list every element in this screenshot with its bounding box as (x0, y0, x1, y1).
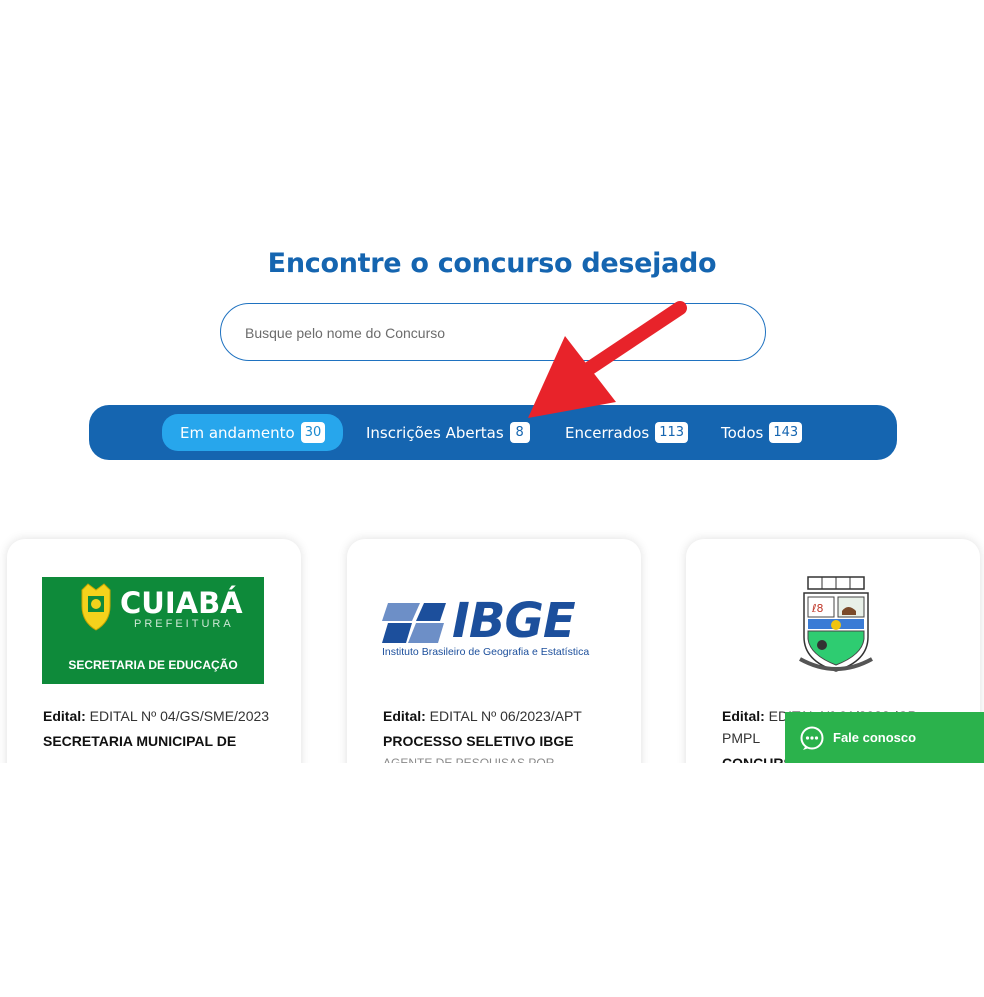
cuiaba-logo-department: SECRETARIA DE EDUCAÇÃO (68, 658, 238, 672)
edital-label: Edital: (43, 708, 86, 724)
cuiaba-logo-subtitle: PREFEITURA (134, 618, 234, 630)
tab-count-badge: 8 (509, 422, 530, 443)
edital-label: Edital: (722, 708, 765, 724)
ibge-emblem-icon (382, 603, 446, 643)
edital-label: Edital: (383, 708, 426, 724)
tab-count-badge: 113 (655, 422, 689, 443)
tab-todos[interactable]: Todos 143 (721, 414, 803, 451)
tab-label: Todos (721, 423, 764, 442)
tab-label: Em andamento (180, 423, 295, 442)
status-tabs: Em andamento 30 Inscrições Abertas 8 Enc… (89, 405, 897, 460)
chat-label: Fale conosco (833, 730, 917, 745)
chat-button[interactable]: Fale conosco (785, 712, 984, 763)
tab-count-badge: 143 (769, 422, 803, 443)
ibge-logo-name: IBGE (452, 593, 576, 649)
edital-value: EDITAL Nº 06/2023/APT (429, 708, 582, 724)
ibge-logo-subtitle: Instituto Brasileiro de Geografia e Esta… (382, 646, 590, 658)
cuiaba-logo-name: CUIABÁ (120, 586, 243, 620)
tab-count-badge: 30 (300, 422, 326, 443)
tab-inscricoes-abertas[interactable]: Inscrições Abertas 8 (366, 414, 530, 451)
annotation-arrow-icon (528, 301, 687, 418)
municipal-coat-of-arms-icon: ℓ8 (799, 576, 873, 672)
ibge-logo: IBGE Instituto Brasileiro de Geografia e… (382, 593, 612, 661)
tab-label: Encerrados (565, 423, 650, 442)
chat-bubble-icon (800, 726, 824, 750)
edital-value: EDITAL Nº 04/GS/SME/2023 (89, 708, 270, 724)
cuiaba-crest-icon (81, 583, 111, 631)
content-cutoff-area (0, 763, 984, 997)
page-title: Encontre o concurso desejado (267, 248, 717, 279)
tab-em-andamento[interactable]: Em andamento 30 (162, 414, 344, 451)
card-info: Edital: EDITAL Nº 04/GS/SME/2023 SECRETA… (43, 705, 273, 752)
tab-label: Inscrições Abertas (366, 423, 504, 442)
card-title: SECRETARIA MUNICIPAL DE (43, 733, 237, 749)
card-title: PROCESSO SELETIVO IBGE (383, 733, 574, 749)
svg-text:ℓ8: ℓ8 (811, 602, 824, 615)
cuiaba-logo: CUIABÁ PREFEITURA SECRETARIA DE EDUCAÇÃO (42, 577, 264, 684)
